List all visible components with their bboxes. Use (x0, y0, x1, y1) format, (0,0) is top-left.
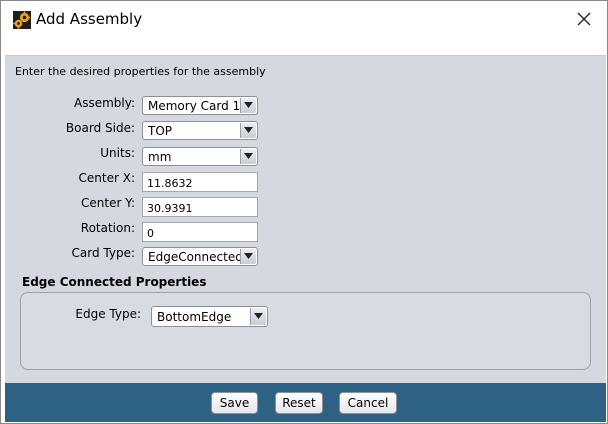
card-type-value: EdgeConnected (148, 250, 243, 264)
center-y-field[interactable] (142, 197, 258, 217)
edge-type-select[interactable]: BottomEdge (151, 306, 268, 327)
add-assembly-dialog: Add Assembly Enter the desired propertie… (0, 0, 608, 424)
chevron-down-icon[interactable] (240, 149, 256, 164)
center-x-label: Center X: (78, 171, 135, 185)
edge-type-value: BottomEdge (157, 310, 232, 324)
chevron-down-icon[interactable] (240, 98, 256, 113)
card-type-label: Card Type: (71, 246, 136, 260)
button-bar: Save Reset Cancel (5, 383, 606, 422)
edge-properties-group: Edge Type: BottomEdge (20, 292, 591, 370)
rotation-field[interactable] (142, 222, 258, 242)
units-value: mm (148, 150, 172, 164)
chevron-down-icon[interactable] (240, 249, 256, 264)
gears-icon (13, 11, 31, 29)
rotation-input[interactable] (143, 223, 257, 241)
close-icon[interactable] (575, 10, 593, 28)
card-type-select[interactable]: EdgeConnected (142, 247, 258, 266)
units-label: Units: (100, 146, 135, 160)
board-side-label: Board Side: (65, 121, 135, 135)
board-side-value: TOP (148, 124, 173, 138)
chevron-down-icon[interactable] (240, 123, 256, 138)
edge-section-title: Edge Connected Properties (22, 275, 207, 289)
assembly-select[interactable]: Memory Card 1 (142, 96, 258, 115)
intro-text: Enter the desired properties for the ass… (15, 65, 266, 78)
chevron-down-icon[interactable] (250, 308, 266, 325)
units-select[interactable]: mm (142, 147, 258, 166)
assembly-value: Memory Card 1 (148, 99, 241, 113)
save-button[interactable]: Save (211, 392, 258, 414)
assembly-label: Assembly: (73, 96, 135, 110)
reset-button[interactable]: Reset (275, 392, 323, 414)
rotation-label: Rotation: (80, 221, 135, 235)
window-title: Add Assembly (36, 10, 143, 28)
center-y-input[interactable] (143, 198, 257, 216)
center-x-field[interactable] (142, 172, 258, 192)
center-y-label: Center Y: (81, 196, 135, 210)
board-side-select[interactable]: TOP (142, 121, 258, 140)
dialog-content: Enter the desired properties for the ass… (5, 55, 606, 384)
title-bar: Add Assembly (1, 1, 607, 39)
cancel-button[interactable]: Cancel (339, 392, 397, 414)
center-x-input[interactable] (143, 173, 257, 191)
edge-type-label: Edge Type: (75, 307, 141, 321)
